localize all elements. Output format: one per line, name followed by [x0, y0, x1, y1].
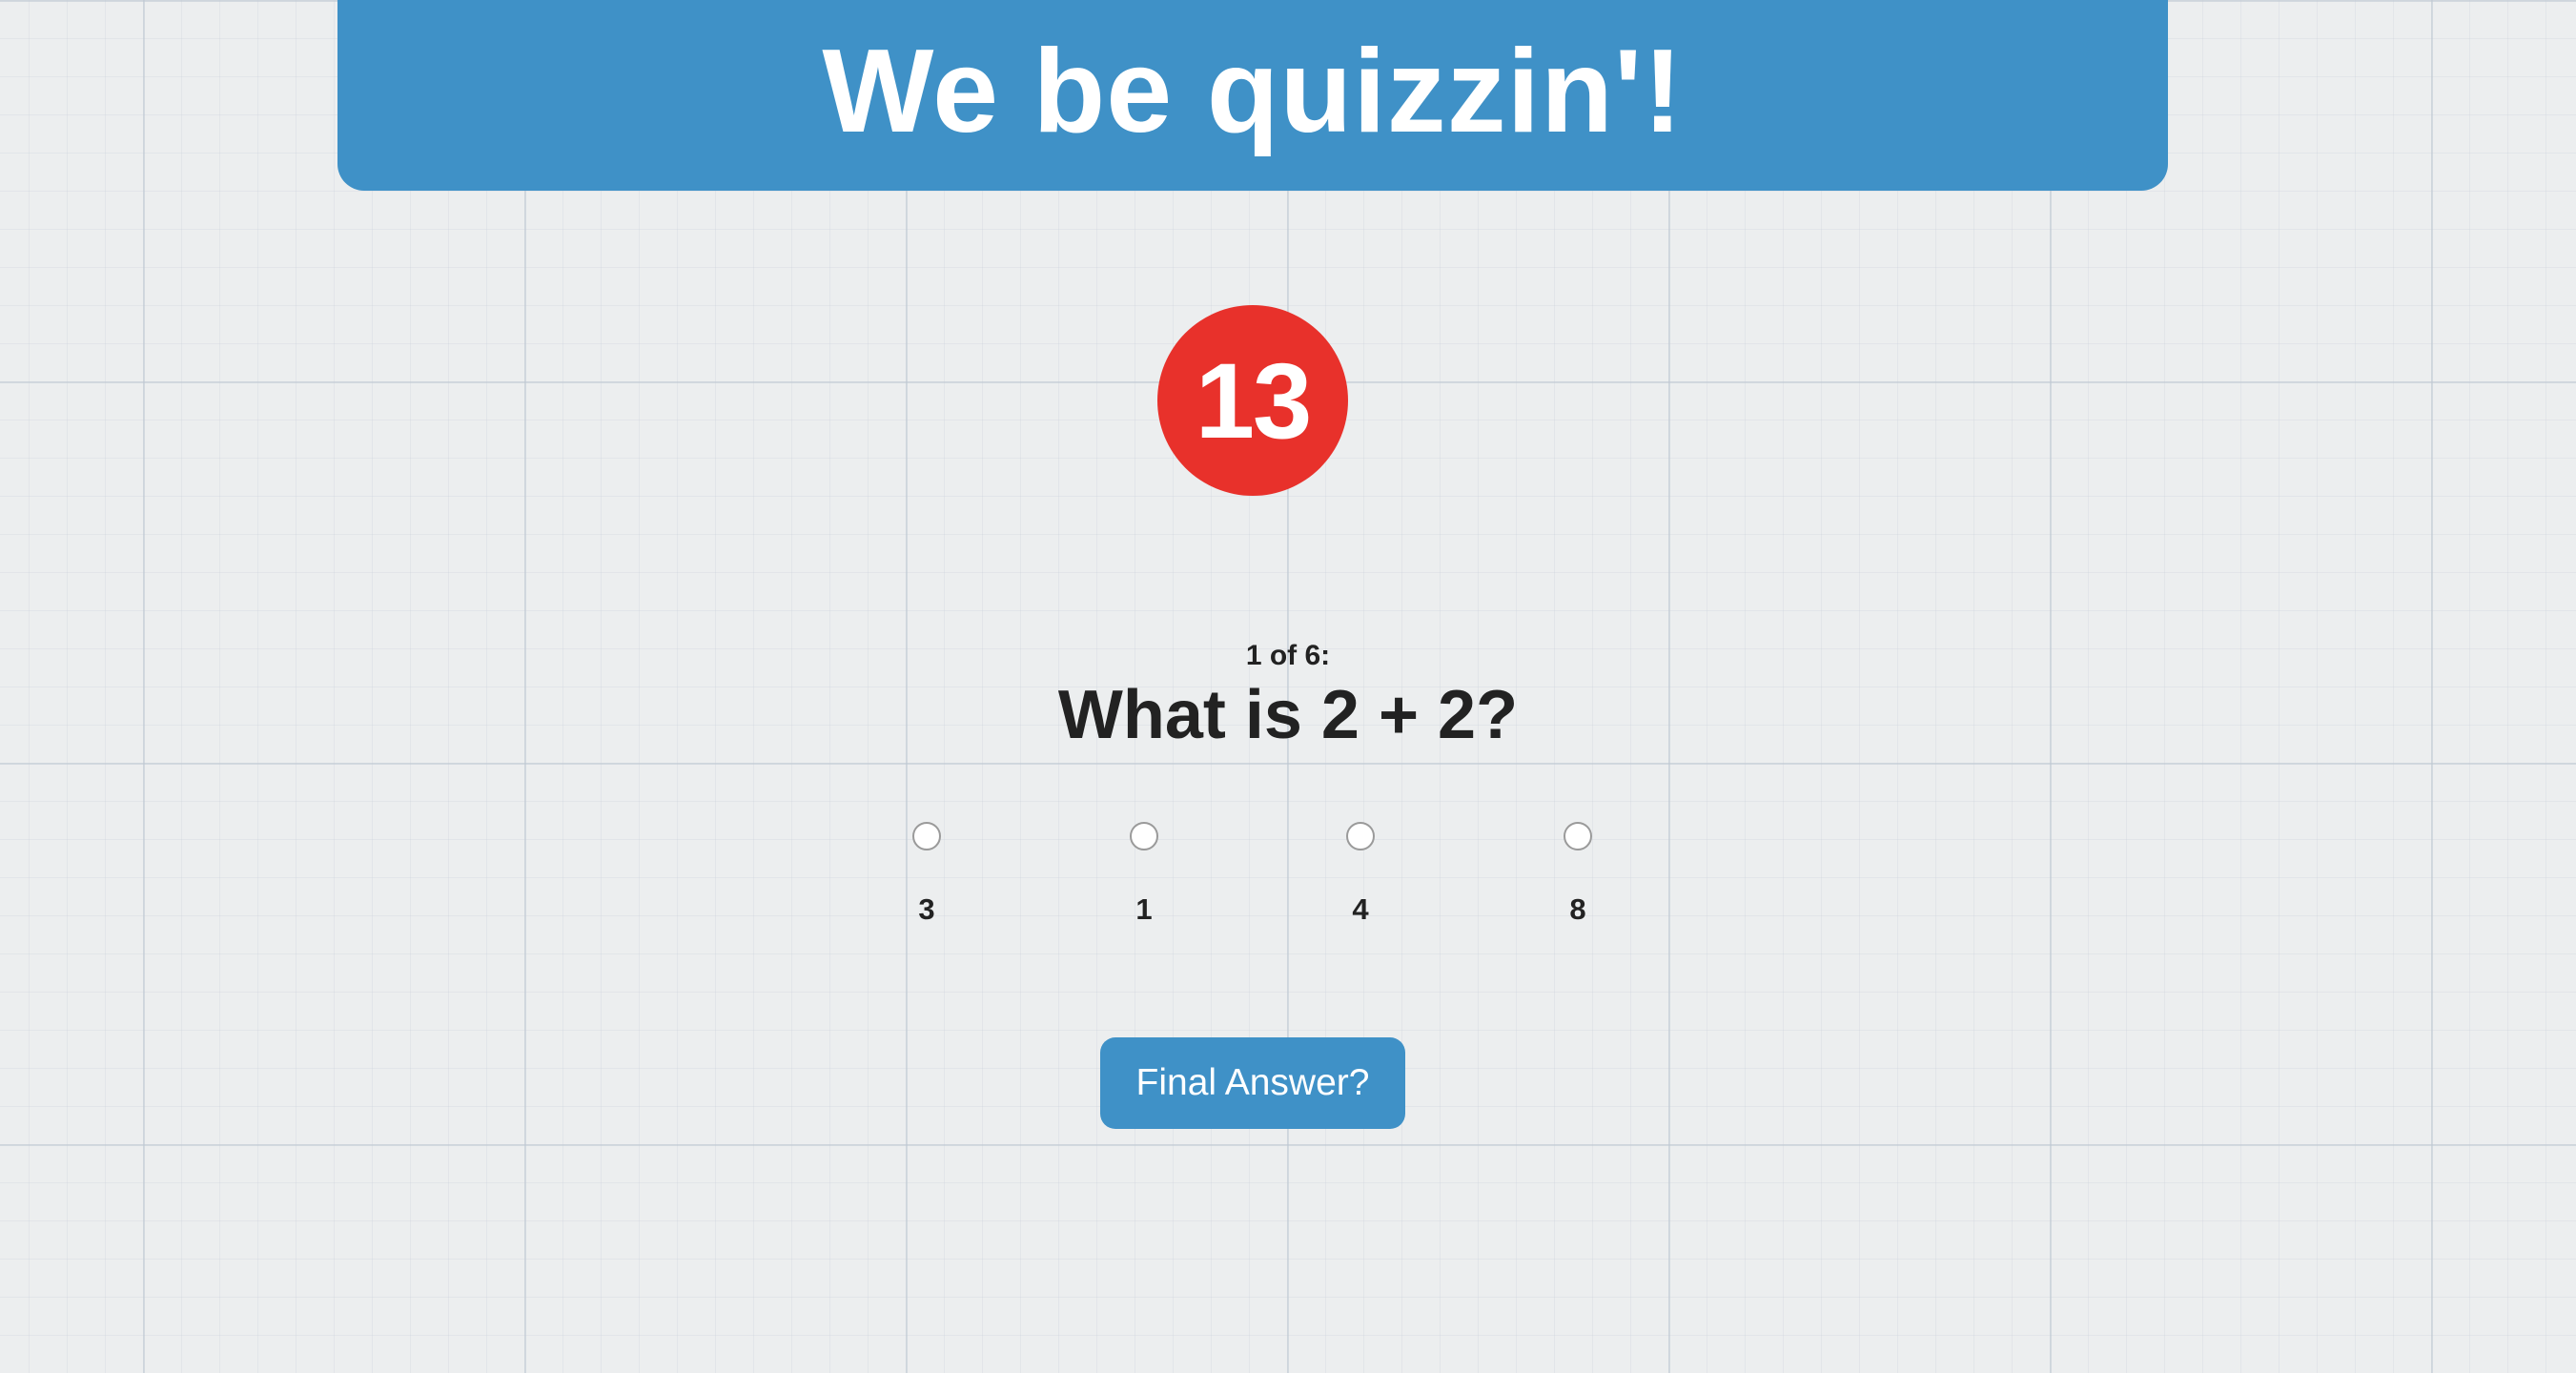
answer-radio-3[interactable] [1346, 822, 1375, 850]
final-answer-button[interactable]: Final Answer? [1100, 1037, 1405, 1129]
question-counter: 1 of 6: [1245, 640, 1331, 671]
answer-option-1[interactable]: 3 [869, 822, 984, 927]
answer-options: 3 1 4 8 [0, 822, 2576, 936]
answer-label-1: 3 [918, 892, 935, 926]
header-banner: We be quizzin'! [337, 0, 2168, 191]
answer-radio-1[interactable] [912, 822, 941, 850]
page-title: We be quizzin'! [822, 26, 1684, 157]
answer-radio-4[interactable] [1564, 822, 1592, 850]
answer-label-2: 1 [1135, 892, 1153, 926]
answer-option-2[interactable]: 1 [1087, 822, 1201, 927]
answer-label-3: 4 [1352, 892, 1369, 926]
answer-option-3[interactable]: 4 [1303, 822, 1418, 927]
answer-radio-2[interactable] [1130, 822, 1158, 850]
answer-label-4: 8 [1569, 892, 1586, 926]
question-text: What is 2 + 2? [1057, 677, 1519, 753]
answer-option-4[interactable]: 8 [1521, 822, 1635, 927]
question-block: 1 of 6: What is 2 + 2? [0, 637, 2576, 755]
countdown-timer: 13 [1157, 305, 1348, 496]
